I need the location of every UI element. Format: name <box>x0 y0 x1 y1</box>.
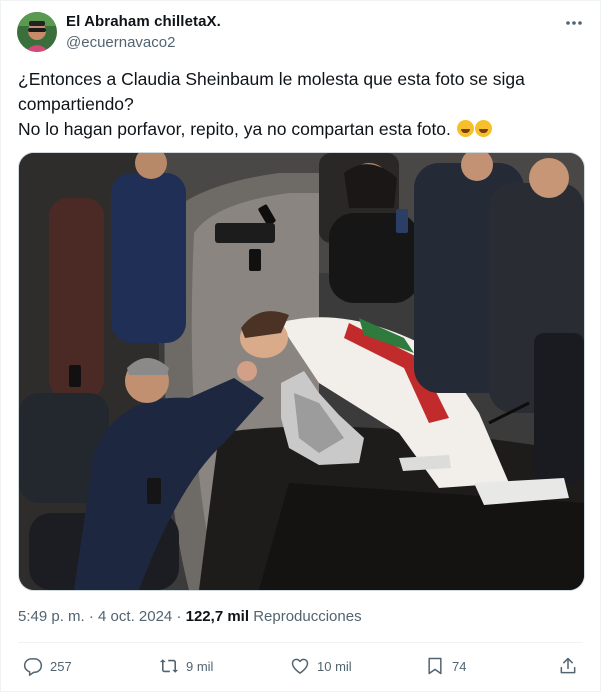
user-handle[interactable]: @ecuernavaco2 <box>66 34 175 51</box>
tweet-time[interactable]: 5:49 p. m. <box>18 608 85 625</box>
share-icon <box>560 657 576 674</box>
separator: · <box>88 608 94 625</box>
tweet-line-with-emoji: No lo hagan porfavor, repito, ya no comp… <box>18 117 583 142</box>
tweet-card: El Abraham chilletaX. @ecuernavaco2 ¿Ent… <box>0 0 601 692</box>
bookmark-icon <box>428 657 442 675</box>
bookmark-button[interactable]: 74 <box>425 654 466 678</box>
tweet-line: compartiendo? <box>18 94 134 114</box>
like-button[interactable]: 10 mil <box>290 654 352 678</box>
retweet-button[interactable]: 9 mil <box>159 654 213 678</box>
reply-button[interactable]: 257 <box>23 654 72 678</box>
tweet-metadata: 5:49 p. m. · 4 oct. 2024 · 122,7 mil Rep… <box>18 608 362 625</box>
rolling-on-floor-laughing-icon <box>456 120 474 137</box>
share-button[interactable] <box>558 654 578 678</box>
tweet-photo[interactable] <box>18 152 585 591</box>
tweet-text: ¿Entonces a Claudia Sheinbaum le molesta… <box>18 67 583 142</box>
tweet-date[interactable]: 4 oct. 2024 <box>98 608 172 625</box>
rolling-on-floor-laughing-icon <box>474 120 492 137</box>
divider <box>18 642 583 643</box>
like-count: 10 mil <box>317 658 352 674</box>
separator: · <box>176 608 182 625</box>
retweet-icon <box>159 659 179 673</box>
more-options-icon[interactable] <box>563 15 585 31</box>
tweet-line: ¿Entonces a Claudia Sheinbaum le molesta… <box>18 69 525 89</box>
views-count: 122,7 mil <box>185 608 250 625</box>
bookmark-count: 74 <box>452 658 467 674</box>
tweet-line: No lo hagan porfavor, repito, ya no comp… <box>18 119 451 139</box>
views-label: Reproducciones <box>253 608 362 625</box>
reply-count: 257 <box>50 658 72 674</box>
retweet-count: 9 mil <box>186 658 214 674</box>
avatar[interactable] <box>17 12 57 52</box>
display-name[interactable]: El Abraham chilletaX. <box>66 13 221 30</box>
reply-icon <box>23 658 43 676</box>
heart-icon <box>291 658 309 674</box>
